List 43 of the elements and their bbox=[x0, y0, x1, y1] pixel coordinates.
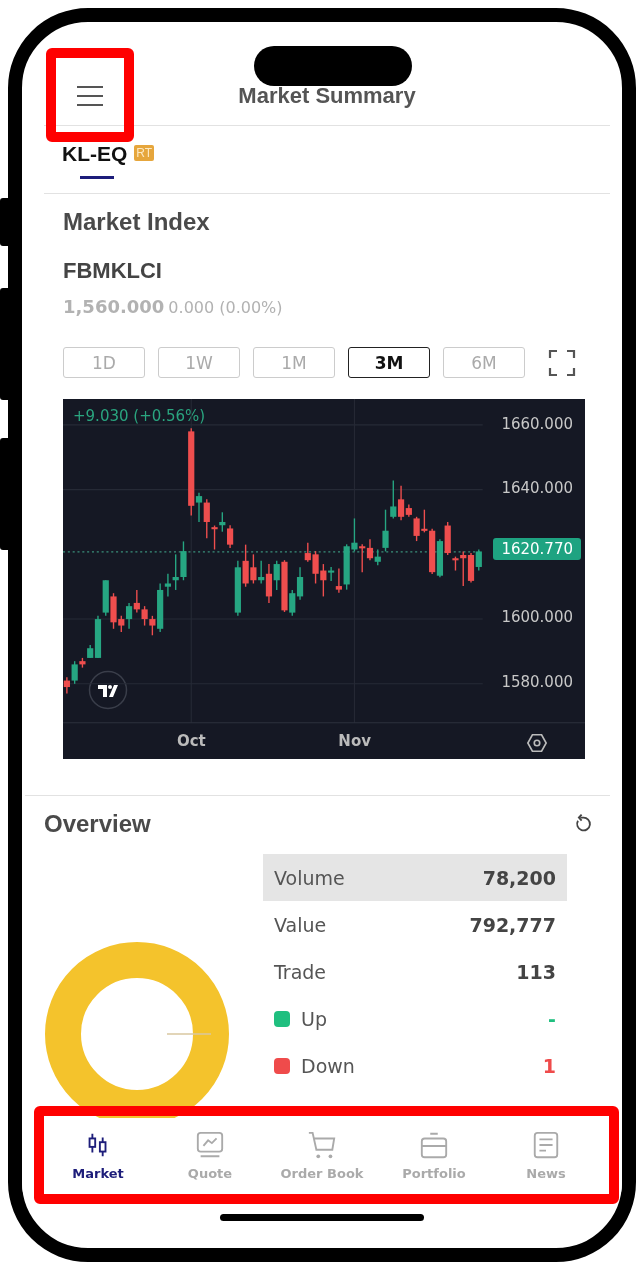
tab-bar-item[interactable]: Market bbox=[50, 1129, 146, 1181]
stat-value: 1 bbox=[542, 1054, 556, 1077]
stat-value: 792,777 bbox=[469, 913, 556, 936]
cart-icon bbox=[307, 1129, 337, 1160]
stat-label: Up bbox=[301, 1007, 327, 1030]
stat-label: Down bbox=[301, 1054, 355, 1077]
period-button[interactable]: 3M bbox=[348, 347, 430, 378]
period-button[interactable]: 1W bbox=[158, 347, 240, 378]
fullscreen-icon[interactable] bbox=[548, 348, 576, 377]
logo-icon bbox=[88, 670, 128, 710]
chart-screen-icon bbox=[195, 1129, 225, 1160]
index-change: 0.000 (0.00%) bbox=[168, 298, 283, 317]
section-title: Overview bbox=[44, 809, 151, 838]
axis-label: Nov bbox=[337, 732, 372, 750]
settings-icon[interactable] bbox=[526, 732, 548, 754]
axis-label: 1600.000 bbox=[501, 608, 573, 627]
last-price-tag: 1620.770 bbox=[493, 538, 581, 561]
chart-change-label: +9.030 (+0.56%) bbox=[73, 407, 206, 425]
period-button[interactable]: 6M bbox=[443, 347, 525, 378]
tab-bar-item[interactable]: Order Book bbox=[274, 1129, 370, 1181]
axis-label: 1640.000 bbox=[501, 479, 573, 498]
section-title: Market Index bbox=[63, 207, 211, 236]
tab-bar-item[interactable]: Portfolio bbox=[386, 1129, 482, 1181]
exchange-tab[interactable]: KL-EQ RT bbox=[62, 126, 155, 193]
tab-bar-item[interactable]: Quote bbox=[162, 1129, 258, 1181]
stat-label: Volume bbox=[274, 866, 345, 889]
index-price: 1,560.000 bbox=[63, 296, 165, 317]
period-button[interactable]: 1M bbox=[253, 347, 335, 378]
axis-label: 1660.000 bbox=[501, 414, 573, 433]
period-button[interactable]: 1D bbox=[63, 347, 145, 378]
screen-title: Market Summary bbox=[238, 83, 416, 109]
menu-icon[interactable] bbox=[76, 84, 104, 108]
axis-label: 1580.000 bbox=[501, 672, 573, 691]
axis-label: Oct bbox=[175, 732, 207, 750]
document-icon bbox=[531, 1129, 561, 1160]
stat-value: - bbox=[548, 1007, 556, 1030]
stat-label: Trade bbox=[274, 960, 327, 983]
stat-value: 113 bbox=[516, 960, 556, 983]
realtime-badge: RT bbox=[134, 145, 155, 161]
stat-label: Value bbox=[274, 913, 327, 936]
stat-value: 78,200 bbox=[482, 866, 556, 889]
index-symbol: FBMKLCI bbox=[63, 258, 163, 284]
tab-bar-item[interactable]: News bbox=[498, 1129, 594, 1181]
